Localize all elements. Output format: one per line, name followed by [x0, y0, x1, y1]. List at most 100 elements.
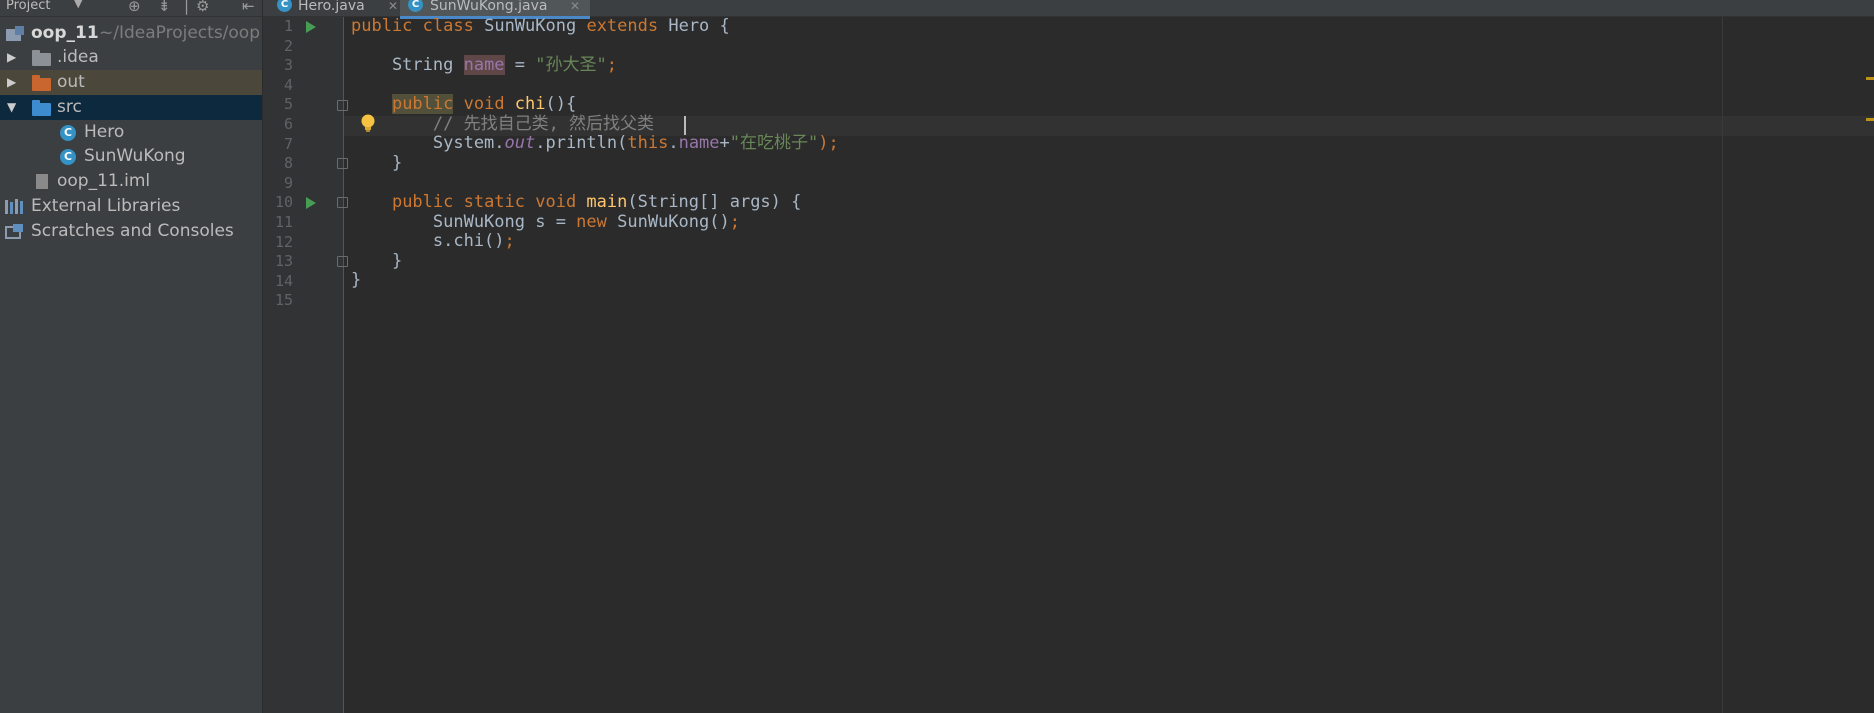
tree-item-label: .idea: [57, 47, 99, 67]
tree-item-label: oop_11.iml: [57, 171, 151, 191]
close-icon[interactable]: ✕: [388, 0, 398, 12]
expand-arrow-icon[interactable]: ▶: [7, 45, 16, 70]
tree-item-label: Scratches and Consoles: [31, 221, 234, 241]
project-path: ~/IdeaProjects/oop: [99, 23, 260, 43]
tree-item-scratches[interactable]: Scratches and Consoles: [0, 219, 262, 244]
code-line-8: }: [351, 153, 403, 173]
code-line-3: String name = "孙大圣";: [351, 55, 617, 76]
token-text: .println(: [535, 133, 628, 153]
project-view-selector[interactable]: Project: [6, 0, 50, 13]
locate-icon[interactable]: ⊕: [128, 0, 141, 15]
token-method-name: chi: [514, 94, 546, 114]
divider-icon: |: [184, 0, 190, 15]
fold-marker-icon[interactable]: [337, 100, 348, 111]
token-text: SunWuKong(): [606, 212, 730, 232]
code-line-11: SunWuKong s = new SunWuKong();: [351, 212, 740, 233]
line-number: 9: [283, 174, 293, 192]
token-class: class: [422, 16, 474, 36]
line-number: 5: [283, 95, 293, 113]
fold-marker-icon[interactable]: [337, 197, 348, 208]
line-number: 15: [274, 291, 293, 309]
tree-item-iml[interactable]: oop_11.iml: [0, 169, 262, 194]
text-caret: [684, 116, 686, 135]
code-line-10: public static void main(String[] args) {: [351, 192, 802, 213]
expand-arrow-icon[interactable]: ▶: [7, 70, 16, 95]
scratches-icon: [5, 224, 23, 239]
line-number: 13: [274, 252, 293, 270]
tree-item-label: SunWuKong: [84, 146, 186, 166]
code-line-5: public void chi(){: [351, 94, 577, 115]
folder-icon: [32, 50, 51, 66]
tab-hero-java[interactable]: C Hero.java ✕: [275, 0, 405, 16]
tree-item-out[interactable]: ▶ out: [0, 70, 262, 95]
tree-item-label: Hero: [84, 122, 125, 142]
tree-item-sunwukong[interactable]: C SunWuKong: [0, 144, 262, 169]
tree-item-oop-11[interactable]: oop_11 ~/IdeaProjects/oop: [0, 21, 262, 46]
line-number: 8: [283, 154, 293, 172]
tree-item-hero[interactable]: C Hero: [0, 120, 262, 145]
tree-item-idea[interactable]: ▶ .idea: [0, 45, 262, 70]
line-number: 12: [274, 233, 293, 251]
token-rest: (String[] args) {: [627, 192, 802, 212]
hide-panel-icon[interactable]: ⇤: [242, 0, 255, 15]
tree-item-label: External Libraries: [31, 196, 181, 216]
token-public: public: [351, 16, 413, 36]
tree-item-label: oop_11: [31, 23, 99, 43]
close-icon[interactable]: ✕: [570, 0, 580, 12]
token-field: name: [678, 133, 720, 153]
gear-icon[interactable]: ⚙: [196, 0, 209, 15]
line-number: 6: [283, 115, 293, 133]
line-number: 10: [274, 193, 293, 211]
class-icon: C: [60, 149, 76, 165]
token-public: public: [391, 94, 454, 114]
chevron-down-icon[interactable]: ▼: [74, 0, 82, 10]
code-line-1: public class SunWuKong extends Hero {: [351, 16, 730, 37]
warning-stripe-marker[interactable]: [1866, 118, 1874, 121]
token-semi: ;: [504, 231, 515, 251]
token-rest: Hero {: [658, 16, 730, 36]
line-number: 3: [283, 56, 293, 74]
fold-marker-icon[interactable]: [337, 256, 348, 267]
token-text: System.: [351, 133, 505, 153]
fold-marker-icon[interactable]: [337, 158, 348, 169]
tree-item-src[interactable]: ▼ src: [0, 95, 262, 120]
token-field: name: [463, 55, 505, 75]
class-icon: C: [408, 0, 423, 12]
run-class-icon[interactable]: [306, 21, 316, 33]
token-new: new: [576, 212, 607, 232]
token-dot: .: [668, 133, 679, 153]
code-line-7: System.out.println(this.name+"在吃桃子");: [351, 133, 839, 154]
token-type: String: [351, 55, 464, 75]
token-text: SunWuKong s =: [351, 212, 577, 232]
library-icon: [5, 199, 23, 214]
line-number: 2: [283, 37, 293, 55]
line-number: 14: [274, 272, 293, 290]
run-main-icon[interactable]: [306, 197, 316, 209]
token-keywords: public static void: [391, 192, 587, 212]
collapse-all-icon[interactable]: ⇟: [158, 0, 171, 15]
token-semi: ;: [606, 55, 617, 75]
code-line-12: s.chi();: [351, 231, 515, 252]
token-rest: (){: [545, 94, 577, 114]
token-string: "在吃桃子": [729, 133, 819, 153]
right-margin-guide: [1722, 17, 1723, 713]
file-icon: [36, 174, 48, 189]
project-panel-header: Project ▼ ⊕ ⇟ | ⚙ ⇤: [0, 0, 262, 17]
token-plus: +: [719, 133, 730, 153]
collapse-arrow-icon[interactable]: ▼: [7, 95, 16, 120]
code-line-14: }: [351, 270, 362, 290]
tree-item-label: out: [57, 72, 85, 92]
module-icon: [6, 26, 24, 41]
code-line-6: // 先找自己类, 然后找父类: [351, 114, 655, 134]
line-number: 1: [283, 17, 293, 35]
project-tool-window: Project ▼ ⊕ ⇟ | ⚙ ⇤ oop_11 ~/IdeaProject…: [0, 0, 263, 713]
tab-label: Hero.java: [298, 0, 365, 14]
token-end: );: [818, 133, 839, 153]
tree-item-label: src: [57, 97, 82, 117]
tree-item-external-libraries[interactable]: External Libraries: [0, 194, 262, 219]
token-string: "孙大圣": [535, 55, 607, 75]
token-void: void: [453, 94, 515, 114]
warning-stripe-marker[interactable]: [1866, 77, 1874, 80]
